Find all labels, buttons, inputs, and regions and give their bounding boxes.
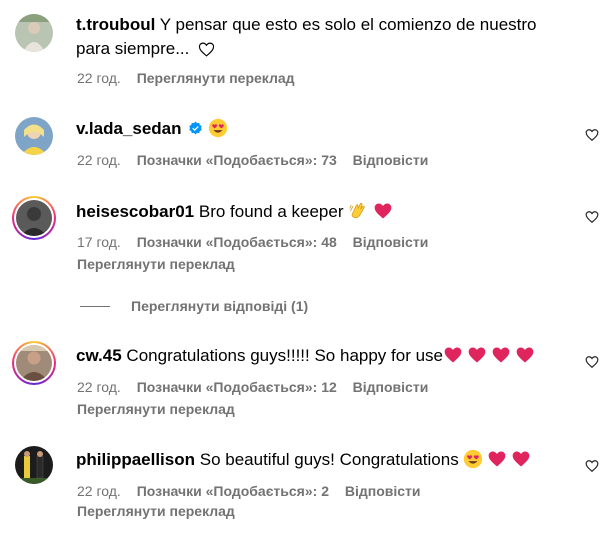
comment-text: para siempre... (76, 39, 190, 58)
view-translation-button[interactable]: Переглянути переклад (137, 70, 295, 86)
comment-body: philippaellison So beautiful guys! Congr… (76, 448, 531, 472)
comment-body: heisescobar01 Bro found a keeper (76, 200, 393, 224)
comment-time[interactable]: 22 год. (77, 152, 121, 168)
heart-eyes-emoji (464, 449, 483, 469)
heart-eyes-emoji (208, 118, 228, 138)
replies-divider (80, 306, 110, 307)
view-translation-button[interactable]: Переглянути переклад (77, 400, 235, 418)
reply-button[interactable]: Відповісти (353, 234, 429, 250)
avatar[interactable] (15, 446, 53, 484)
red-heart-emoji (513, 451, 530, 467)
comment-time[interactable]: 17 год. (77, 234, 121, 250)
reply-button[interactable]: Відповісти (353, 152, 429, 168)
comment-text: So beautiful guys! Congratulations (199, 450, 459, 469)
likes-count-button[interactable]: Позначки «Подобається»: 2 (137, 483, 329, 499)
comment-username[interactable]: t.trouboul (76, 15, 155, 34)
likes-count-button[interactable]: Позначки «Подобається»: 73 (137, 152, 337, 168)
heart-outline-icon[interactable] (585, 210, 599, 224)
comment-body: t.trouboul Y pensar que esto es solo el … (76, 13, 537, 37)
comment-meta: 22 год. Позначки «Подобається»: 12 Відпо… (77, 378, 440, 396)
comment-meta: 22 год. Позначки «Подобається»: 73 Відпо… (77, 151, 440, 169)
red-heart-emoji (516, 347, 534, 363)
comment-body: v.lada_sedan (76, 117, 228, 141)
comment-text: Bro found a keeper (198, 202, 344, 221)
view-translation-button[interactable]: Переглянути переклад (77, 502, 235, 520)
comment-username[interactable]: cw.45 (76, 346, 122, 365)
comment-username[interactable]: v.lada_sedan (76, 119, 182, 138)
avatar[interactable] (15, 117, 53, 155)
verified-badge-icon (189, 121, 203, 135)
avatar-image (15, 117, 53, 155)
avatar-image-wrap (16, 200, 52, 236)
red-heart-emoji (374, 203, 392, 219)
view-replies-label: Переглянути відповіді (1) (131, 298, 309, 314)
comment-text: Congratulations guys!!!!! So happy for u… (126, 346, 443, 365)
view-translation-button[interactable]: Переглянути переклад (77, 255, 235, 273)
avatar-image-wrap (16, 345, 52, 381)
likes-count-button[interactable]: Позначки «Подобається»: 48 (137, 234, 337, 250)
likes-count-button[interactable]: Позначки «Подобається»: 12 (137, 379, 337, 395)
red-heart-emoji (444, 347, 462, 363)
reply-button[interactable]: Відповісти (353, 379, 429, 395)
avatar-image (15, 446, 53, 484)
comment-time[interactable]: 22 год. (77, 483, 121, 499)
clapping-hands-emoji (349, 202, 365, 219)
red-heart-emoji (492, 347, 510, 363)
heart-outline-icon[interactable] (585, 355, 599, 369)
avatar-image (15, 14, 53, 52)
avatar[interactable] (12, 341, 56, 385)
comment-time[interactable]: 22 год. (77, 70, 121, 86)
reply-button[interactable]: Відповісти (345, 483, 421, 499)
red-heart-emoji (489, 451, 506, 467)
avatar[interactable] (12, 196, 56, 240)
comment-username[interactable]: philippaellison (76, 450, 195, 469)
avatar-image (16, 200, 52, 236)
avatar-image (16, 345, 52, 381)
comment-meta: 17 год. Позначки «Подобається»: 48 Відпо… (77, 233, 440, 251)
heart-outline-icon[interactable] (585, 128, 599, 142)
comment-body: cw.45 Congratulations guys!!!!! So happy… (76, 344, 535, 368)
comment-meta: 22 год. Переглянути переклад (77, 69, 307, 87)
avatar[interactable] (15, 14, 53, 52)
comment-text: Y pensar que esto es solo el comienzo de… (159, 15, 537, 34)
comment-body-line2: para siempre... (76, 37, 215, 61)
comment-meta: 22 год. Позначки «Подобається»: 2 Відпов… (77, 482, 433, 500)
comment-username[interactable]: heisescobar01 (76, 202, 194, 221)
heart-outline-icon (198, 42, 215, 57)
comment-time[interactable]: 22 год. (77, 379, 121, 395)
heart-outline-icon[interactable] (585, 459, 599, 473)
red-heart-emoji (468, 347, 486, 363)
